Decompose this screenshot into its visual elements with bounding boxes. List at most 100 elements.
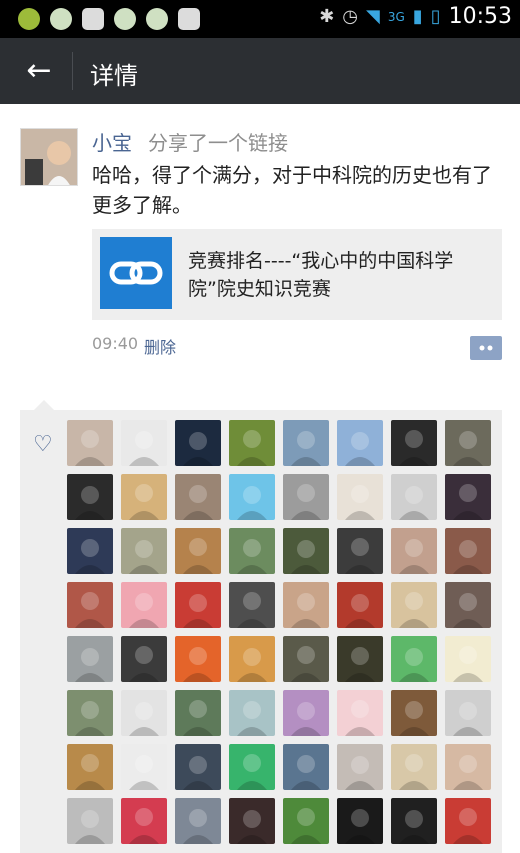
- liker-avatar[interactable]: [445, 582, 491, 628]
- liker-avatar[interactable]: [445, 420, 491, 466]
- liker-avatar[interactable]: [67, 798, 113, 844]
- image-icon: [82, 8, 104, 30]
- liker-avatar[interactable]: [67, 636, 113, 682]
- liker-avatar[interactable]: [229, 636, 275, 682]
- liker-avatar[interactable]: [121, 744, 167, 790]
- wechat-icon: [114, 8, 136, 30]
- liker-avatar[interactable]: [121, 636, 167, 682]
- liker-avatar[interactable]: [175, 420, 221, 466]
- liker-avatar[interactable]: [283, 420, 329, 466]
- liker-avatar[interactable]: [445, 744, 491, 790]
- liker-avatar[interactable]: [229, 582, 275, 628]
- liker-avatar[interactable]: [337, 528, 383, 574]
- liker-avatar[interactable]: [283, 798, 329, 844]
- user-name[interactable]: 小宝: [92, 127, 132, 156]
- action-bar-divider: [72, 52, 73, 90]
- liker-avatar[interactable]: [283, 636, 329, 682]
- liker-avatar[interactable]: [229, 744, 275, 790]
- liker-avatar[interactable]: [337, 798, 383, 844]
- likes-pointer: [34, 400, 54, 410]
- liker-avatar[interactable]: [67, 420, 113, 466]
- system-icons: ✱ ◷ ◥ 3G ▮ ▯ 10:53: [319, 4, 512, 29]
- liker-avatar-grid: [67, 420, 491, 844]
- alarm-icon: ◷: [342, 6, 358, 27]
- post-time: 09:40: [92, 334, 139, 353]
- liker-avatar[interactable]: [391, 528, 437, 574]
- liker-avatar[interactable]: [391, 420, 437, 466]
- action-bar: ← 详情: [0, 38, 520, 104]
- liker-avatar[interactable]: [391, 582, 437, 628]
- liker-avatar[interactable]: [175, 690, 221, 736]
- liker-avatar[interactable]: [391, 690, 437, 736]
- liker-avatar[interactable]: [121, 528, 167, 574]
- liker-avatar[interactable]: [391, 636, 437, 682]
- liker-avatar[interactable]: [283, 528, 329, 574]
- liker-avatar[interactable]: [175, 744, 221, 790]
- wifi-icon: ◥: [366, 6, 380, 27]
- page-title: 详情: [90, 62, 138, 90]
- avatar-image: [21, 129, 77, 185]
- liker-avatar[interactable]: [67, 474, 113, 520]
- liker-avatar[interactable]: [283, 582, 329, 628]
- liker-avatar[interactable]: [283, 744, 329, 790]
- post-text: 哈哈，得了个满分，对于中科院的历史也有了更多了解。: [92, 163, 492, 217]
- share-action-text: 分享了一个链接: [148, 131, 288, 155]
- liker-avatar[interactable]: [337, 420, 383, 466]
- liker-avatar[interactable]: [229, 528, 275, 574]
- notification-icons: [18, 8, 200, 30]
- bluetooth-icon: ✱: [319, 6, 335, 27]
- liker-avatar[interactable]: [121, 474, 167, 520]
- liker-avatar[interactable]: [121, 582, 167, 628]
- arrow-left-icon: ←: [26, 53, 52, 88]
- link-title: 竞赛排名----“我心中的中国科学院”院史知识竞赛: [188, 250, 454, 300]
- battery-icon: ▯: [430, 6, 441, 27]
- liker-avatar[interactable]: [391, 474, 437, 520]
- status-bar: ✱ ◷ ◥ 3G ▮ ▯ 10:53: [0, 0, 520, 38]
- liker-avatar[interactable]: [283, 690, 329, 736]
- liker-avatar[interactable]: [121, 420, 167, 466]
- liker-avatar[interactable]: [337, 690, 383, 736]
- liker-avatar[interactable]: [175, 474, 221, 520]
- wechat-icon: [146, 8, 168, 30]
- signal-icon: ▮: [412, 6, 423, 27]
- liker-avatar[interactable]: [229, 798, 275, 844]
- liker-avatar[interactable]: [445, 636, 491, 682]
- avatar[interactable]: [20, 128, 78, 186]
- message-icon: [178, 8, 200, 30]
- liker-avatar[interactable]: [229, 420, 275, 466]
- liker-avatar[interactable]: [337, 744, 383, 790]
- liker-avatar[interactable]: [121, 690, 167, 736]
- liker-avatar[interactable]: [67, 582, 113, 628]
- liker-avatar[interactable]: [445, 528, 491, 574]
- liker-avatar[interactable]: [391, 798, 437, 844]
- liker-avatar[interactable]: [445, 798, 491, 844]
- liker-avatar[interactable]: [337, 636, 383, 682]
- liker-avatar[interactable]: [67, 744, 113, 790]
- link-icon: [109, 261, 163, 285]
- delete-button[interactable]: 删除: [144, 334, 176, 358]
- liker-avatar[interactable]: [391, 744, 437, 790]
- back-button[interactable]: ←: [18, 50, 60, 92]
- liker-avatar[interactable]: [337, 474, 383, 520]
- network-label: 3G: [387, 9, 405, 24]
- liker-avatar[interactable]: [121, 798, 167, 844]
- heart-outline-icon: ♡: [33, 432, 53, 457]
- liker-avatar[interactable]: [67, 690, 113, 736]
- comment-button[interactable]: [470, 336, 502, 360]
- liker-avatar[interactable]: [175, 798, 221, 844]
- sync-icon: [18, 8, 40, 30]
- liker-avatar[interactable]: [337, 582, 383, 628]
- link-thumbnail: [100, 237, 172, 309]
- clock-time: 10:53: [448, 4, 512, 29]
- liker-avatar[interactable]: [445, 690, 491, 736]
- comment-dots-icon: [479, 345, 493, 351]
- liker-avatar[interactable]: [175, 636, 221, 682]
- liker-avatar[interactable]: [229, 474, 275, 520]
- link-card[interactable]: 竞赛排名----“我心中的中国科学院”院史知识竞赛: [92, 229, 502, 320]
- liker-avatar[interactable]: [175, 582, 221, 628]
- liker-avatar[interactable]: [229, 690, 275, 736]
- liker-avatar[interactable]: [445, 474, 491, 520]
- liker-avatar[interactable]: [283, 474, 329, 520]
- liker-avatar[interactable]: [67, 528, 113, 574]
- liker-avatar[interactable]: [175, 528, 221, 574]
